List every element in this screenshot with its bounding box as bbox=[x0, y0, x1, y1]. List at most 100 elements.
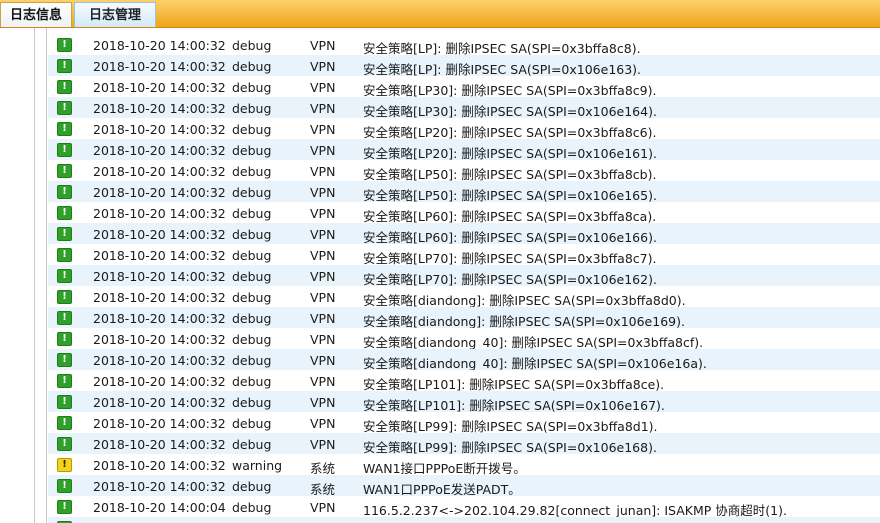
table-row[interactable]: ! 2018-10-20 14:00:32 debug VPN 安全策略[LP99]: … bbox=[48, 412, 880, 434]
level-cell: debug bbox=[232, 206, 272, 221]
table-row[interactable]: ! 2018-10-20 14:00:32 debug VPN 安全策略[LP101]:… bbox=[48, 370, 880, 392]
table-row[interactable]: ! 2018-10-20 14:00:32 debug VPN 安全策略[LP50]: … bbox=[48, 160, 880, 182]
level-cell: debug bbox=[232, 332, 272, 347]
level-cell: debug bbox=[232, 101, 272, 116]
module-cell: VPN bbox=[310, 59, 336, 74]
debug-icon: ! bbox=[57, 164, 72, 178]
time-cell: 2018-10-20 14:00:32 bbox=[93, 353, 226, 368]
time-cell: 2018-10-20 14:00:32 bbox=[93, 437, 226, 452]
module-cell: VPN bbox=[310, 101, 336, 116]
time-cell: 2018-10-20 14:00:32 bbox=[93, 206, 226, 221]
debug-icon: ! bbox=[57, 395, 72, 409]
table-row[interactable]: ! 2018-10-20 14:00:32 debug VPN 安全策略[LP50]: … bbox=[48, 181, 880, 203]
level-cell: debug bbox=[232, 479, 272, 494]
table-row[interactable]: ! 2018-10-20 14:00:32 debug VPN 安全策略[LP]: 删除… bbox=[48, 55, 880, 77]
level-cell: debug bbox=[232, 269, 272, 284]
table-row[interactable]: ! 2018-10-20 14:00:32 debug VPN 安全策略[LP30]: … bbox=[48, 76, 880, 98]
debug-icon: ! bbox=[57, 206, 72, 220]
table-row[interactable]: ! 2018-10-20 14:00:32 debug VPN 安全策略[LP20]: … bbox=[48, 139, 880, 161]
table-row[interactable]: ! 2018-10-20 14:00:32 debug VPN 安全策略[LP20]: … bbox=[48, 118, 880, 140]
time-cell: 2018-10-20 14:00:04 bbox=[93, 500, 226, 515]
debug-icon: ! bbox=[57, 80, 72, 94]
module-cell: VPN bbox=[310, 500, 336, 515]
level-cell: debug bbox=[232, 185, 272, 200]
time-cell: 2018-10-20 14:00:32 bbox=[93, 311, 226, 326]
table-row[interactable]: ! 2018-10-20 14:00:32 debug VPN 安全策略[LP30]: … bbox=[48, 97, 880, 119]
module-cell: VPN bbox=[310, 80, 336, 95]
time-cell: 2018-10-20 14:00:32 bbox=[93, 332, 226, 347]
time-cell: 2018-10-20 14:00:32 bbox=[93, 185, 226, 200]
table-row[interactable]: !2018-10-20 13:57:58debugVPN116.5.2.237<… bbox=[48, 517, 880, 523]
module-cell: VPN bbox=[310, 374, 336, 389]
module-cell: VPN bbox=[310, 227, 336, 242]
table-row[interactable]: ! 2018-10-20 14:00:32 debug VPN 安全策略[LP60]: … bbox=[48, 202, 880, 224]
table-row[interactable]: ! 2018-10-20 14:00:32 debug VPN 安全策略[LP99]: … bbox=[48, 433, 880, 455]
level-cell: debug bbox=[232, 290, 272, 305]
time-cell: 2018-10-20 14:00:32 bbox=[93, 248, 226, 263]
time-cell: 2018-10-20 14:00:32 bbox=[93, 164, 226, 179]
time-cell: 2018-10-20 14:00:32 bbox=[93, 269, 226, 284]
log-table[interactable]: ! 2018-10-20 14:00:32 debug VPN 安全策略[LP]: 删除… bbox=[48, 28, 880, 523]
level-cell: debug bbox=[232, 395, 272, 410]
level-cell: debug bbox=[232, 500, 272, 515]
level-cell: debug bbox=[232, 248, 272, 263]
time-cell: 2018-10-20 14:00:32 bbox=[93, 38, 226, 53]
module-cell: VPN bbox=[310, 437, 336, 452]
debug-icon: ! bbox=[57, 374, 72, 388]
module-cell: VPN bbox=[310, 38, 336, 53]
level-cell: debug bbox=[232, 80, 272, 95]
time-cell: 2018-10-20 14:00:32 bbox=[93, 374, 226, 389]
level-cell: debug bbox=[232, 164, 272, 179]
table-row[interactable]: ! 2018-10-20 14:00:32 debug VPN 安全策略[LP60]: … bbox=[48, 223, 880, 245]
level-cell: debug bbox=[232, 353, 272, 368]
debug-icon: ! bbox=[57, 437, 72, 451]
table-row[interactable]: ! 2018-10-20 14:00:32 warning 系统 WAN1接口PPPoE… bbox=[48, 454, 880, 476]
level-cell: debug bbox=[232, 416, 272, 431]
debug-icon: ! bbox=[57, 269, 72, 283]
level-cell: debug bbox=[232, 311, 272, 326]
debug-icon: ! bbox=[57, 143, 72, 157]
debug-icon: ! bbox=[57, 227, 72, 241]
module-cell: VPN bbox=[310, 290, 336, 305]
module-cell: VPN bbox=[310, 143, 336, 158]
level-cell: debug bbox=[232, 122, 272, 137]
time-cell: 2018-10-20 14:00:32 bbox=[93, 290, 226, 305]
divider-line bbox=[46, 28, 47, 523]
divider-line bbox=[34, 28, 35, 523]
module-cell: VPN bbox=[310, 332, 336, 347]
tab-log-management[interactable]: 日志管理 bbox=[74, 2, 156, 27]
debug-icon: ! bbox=[57, 101, 72, 115]
table-row[interactable]: ! 2018-10-20 14:00:32 debug VPN 安全策略[LP]: 删除… bbox=[48, 34, 880, 56]
table-row[interactable]: ! 2018-10-20 14:00:32 debug VPN 安全策略[LP70]: … bbox=[48, 265, 880, 287]
time-cell: 2018-10-20 14:00:32 bbox=[93, 59, 226, 74]
table-row[interactable]: ! 2018-10-20 14:00:32 debug VPN 安全策略[diandon… bbox=[48, 328, 880, 350]
level-cell: debug bbox=[232, 38, 272, 53]
level-cell: warning bbox=[232, 458, 283, 473]
debug-icon: ! bbox=[57, 353, 72, 367]
table-row[interactable]: ! 2018-10-20 14:00:04 debug VPN 116.5.2.237<… bbox=[48, 496, 880, 518]
debug-icon: ! bbox=[57, 38, 72, 52]
table-row[interactable]: ! 2018-10-20 14:00:32 debug 系统 WAN1口PPPoE发送P… bbox=[48, 475, 880, 497]
debug-icon: ! bbox=[57, 311, 72, 325]
module-cell: VPN bbox=[310, 269, 336, 284]
table-row[interactable]: ! 2018-10-20 14:00:32 debug VPN 安全策略[LP101]:… bbox=[48, 391, 880, 413]
module-cell: VPN bbox=[310, 353, 336, 368]
module-cell: VPN bbox=[310, 416, 336, 431]
table-row[interactable]: ! 2018-10-20 14:00:32 debug VPN 安全策略[diandon… bbox=[48, 307, 880, 329]
table-row[interactable]: ! 2018-10-20 14:00:32 debug VPN 安全策略[diandon… bbox=[48, 286, 880, 308]
module-cell: VPN bbox=[310, 122, 336, 137]
table-row[interactable]: ! 2018-10-20 14:00:32 debug VPN 安全策略[diandon… bbox=[48, 349, 880, 371]
table-row[interactable]: ! 2018-10-20 14:00:32 debug VPN 安全策略[LP70]: … bbox=[48, 244, 880, 266]
level-cell: debug bbox=[232, 227, 272, 242]
debug-icon: ! bbox=[57, 185, 72, 199]
time-cell: 2018-10-20 14:00:32 bbox=[93, 122, 226, 137]
time-cell: 2018-10-20 14:00:32 bbox=[93, 395, 226, 410]
level-cell: debug bbox=[232, 143, 272, 158]
warning-icon: ! bbox=[57, 458, 72, 472]
module-cell: VPN bbox=[310, 164, 336, 179]
level-cell: debug bbox=[232, 374, 272, 389]
time-cell: 2018-10-20 14:00:32 bbox=[93, 416, 226, 431]
time-cell: 2018-10-20 14:00:32 bbox=[93, 458, 226, 473]
debug-icon: ! bbox=[57, 59, 72, 73]
tab-log-info[interactable]: 日志信息 bbox=[0, 2, 72, 27]
